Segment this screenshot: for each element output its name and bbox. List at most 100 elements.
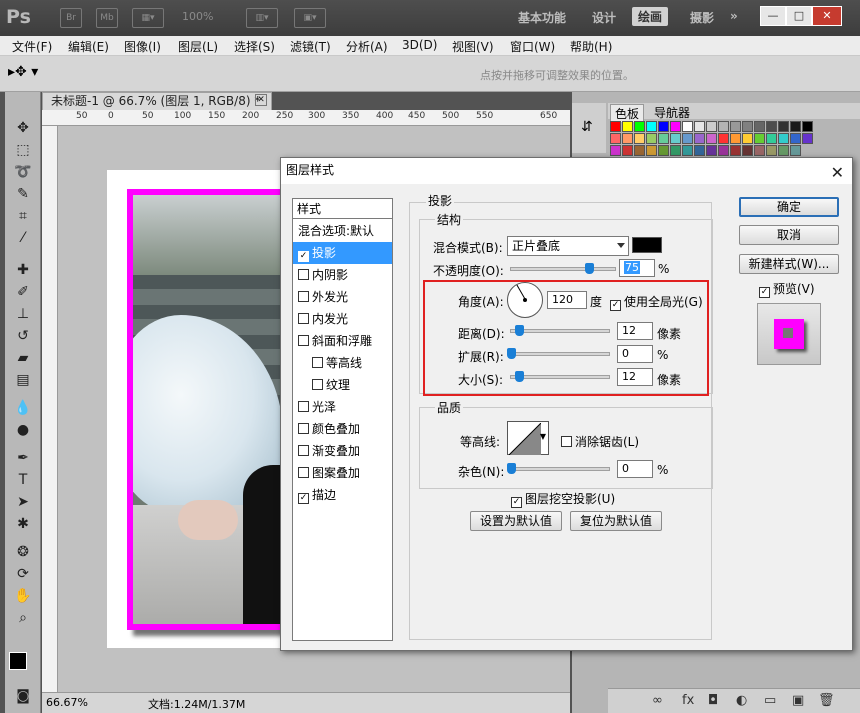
clone-stamp-tool-icon[interactable]: ⊥ xyxy=(11,304,35,324)
menu-help[interactable]: 帮助(H) xyxy=(570,38,612,55)
style-checkbox[interactable] xyxy=(298,467,309,478)
fx-icon[interactable]: fx xyxy=(682,693,694,708)
knockout-checkbox[interactable]: ✓ 图层挖空投影(U) xyxy=(511,490,615,508)
swatch[interactable] xyxy=(646,133,657,144)
close-icon[interactable]: ✕ xyxy=(831,161,844,185)
style-checkbox[interactable] xyxy=(298,335,309,346)
swatch[interactable] xyxy=(766,133,777,144)
eyedropper-tool-icon[interactable]: ⁄ xyxy=(11,228,35,248)
style-checkbox[interactable] xyxy=(298,445,309,456)
lasso-tool-icon[interactable]: ➰ xyxy=(11,162,35,182)
minimize-button[interactable]: — xyxy=(760,6,786,26)
swatch[interactable] xyxy=(718,121,729,132)
swatch[interactable] xyxy=(670,145,681,156)
style-item[interactable]: 颜色叠加 xyxy=(293,418,392,440)
swatch[interactable] xyxy=(670,121,681,132)
swatch[interactable] xyxy=(718,133,729,144)
menu-select[interactable]: 选择(S) xyxy=(234,38,275,55)
usb-icon[interactable]: ⇵ xyxy=(581,119,593,135)
arrange-documents-icon[interactable]: ▥▾ xyxy=(246,8,278,28)
healing-brush-tool-icon[interactable]: ✚ xyxy=(11,260,35,280)
maximize-button[interactable]: □ xyxy=(786,6,812,26)
angle-input[interactable]: 120 xyxy=(547,291,587,309)
zoom-level-dropdown[interactable]: 100% xyxy=(182,10,213,23)
style-checkbox[interactable] xyxy=(298,401,309,412)
swatch[interactable] xyxy=(718,145,729,156)
make-default-button[interactable]: 设置为默认值 xyxy=(470,511,562,531)
shadow-color-swatch[interactable] xyxy=(632,237,662,253)
swatch[interactable] xyxy=(682,121,693,132)
swatch[interactable] xyxy=(610,145,621,156)
screen-mode-icon[interactable]: ▣▾ xyxy=(294,8,326,28)
swatch[interactable] xyxy=(790,133,801,144)
noise-input[interactable]: 0 xyxy=(617,460,653,478)
dodge-tool-icon[interactable]: ● xyxy=(11,420,35,440)
style-item[interactable]: 内发光 xyxy=(293,308,392,330)
hand-tool-icon[interactable]: ✋ xyxy=(11,586,35,606)
swatch[interactable] xyxy=(754,133,765,144)
style-checkbox[interactable] xyxy=(312,379,323,390)
swatch[interactable] xyxy=(658,133,669,144)
quick-mask-icon[interactable]: ◙ xyxy=(11,686,35,706)
distance-slider-knob[interactable] xyxy=(514,325,524,336)
layer-mask-icon[interactable]: ◘ xyxy=(708,693,718,708)
gradient-tool-icon[interactable]: ▤ xyxy=(11,370,35,390)
menu-view[interactable]: 视图(V) xyxy=(452,38,494,55)
styles-header[interactable]: 样式 xyxy=(293,199,392,219)
swatch[interactable] xyxy=(706,121,717,132)
antialias-checkbox[interactable]: 消除锯齿(L) xyxy=(561,433,639,450)
photo-layer[interactable] xyxy=(127,189,287,630)
swatch[interactable] xyxy=(658,145,669,156)
style-item[interactable]: ✓ 描边 xyxy=(293,484,392,506)
3d-orbit-tool-icon[interactable]: ⟳ xyxy=(11,564,35,584)
tab-swatches[interactable]: 色板 xyxy=(610,104,645,122)
swatch[interactable] xyxy=(754,121,765,132)
workspace-painting[interactable]: 绘画 xyxy=(632,7,669,26)
swatch[interactable] xyxy=(742,121,753,132)
menu-layer[interactable]: 图层(L) xyxy=(178,38,218,55)
link-layers-icon[interactable]: ∞ xyxy=(652,693,663,708)
global-light-check[interactable]: ✓ xyxy=(610,300,621,311)
menu-file[interactable]: 文件(F) xyxy=(12,38,52,55)
swatch[interactable] xyxy=(766,121,777,132)
style-item[interactable]: 混合选项:默认 xyxy=(293,220,392,242)
style-item[interactable]: 等高线 xyxy=(293,352,392,374)
swatch[interactable] xyxy=(622,133,633,144)
style-item[interactable]: 内阴影 xyxy=(293,264,392,286)
swatch[interactable] xyxy=(634,133,645,144)
swatch[interactable] xyxy=(694,121,705,132)
contour-chevron-down-icon[interactable]: ▼ xyxy=(540,432,546,441)
style-checkbox[interactable] xyxy=(298,423,309,434)
cancel-button[interactable]: 取消 xyxy=(739,225,839,245)
type-tool-icon[interactable]: T xyxy=(11,470,35,490)
swatch[interactable] xyxy=(658,121,669,132)
menu-edit[interactable]: 编辑(E) xyxy=(68,38,109,55)
size-slider[interactable] xyxy=(510,371,610,382)
spread-input[interactable]: 0 xyxy=(617,345,653,363)
reset-default-button[interactable]: 复位为默认值 xyxy=(570,511,662,531)
swatch[interactable] xyxy=(730,133,741,144)
swatch[interactable] xyxy=(646,121,657,132)
size-slider-knob[interactable] xyxy=(514,371,524,382)
menu-filter[interactable]: 滤镜(T) xyxy=(290,38,331,55)
swatch[interactable] xyxy=(670,133,681,144)
style-item[interactable]: 渐变叠加 xyxy=(293,440,392,462)
swatch[interactable] xyxy=(646,145,657,156)
style-item[interactable]: 外发光 xyxy=(293,286,392,308)
swatch[interactable] xyxy=(742,133,753,144)
swatch[interactable] xyxy=(682,133,693,144)
swatch[interactable] xyxy=(790,121,801,132)
swatch[interactable] xyxy=(634,121,645,132)
spread-slider-knob[interactable] xyxy=(507,348,516,359)
new-layer-icon[interactable]: ▣ xyxy=(792,693,804,708)
preview-check[interactable]: ✓ xyxy=(759,287,770,298)
new-style-button[interactable]: 新建样式(W)... xyxy=(739,254,839,274)
close-document-icon[interactable]: ✕ xyxy=(255,94,267,106)
swatch[interactable] xyxy=(694,145,705,156)
swatch[interactable] xyxy=(778,133,789,144)
move-tool-preset-icon[interactable]: ▸✥ ▾ xyxy=(8,64,38,80)
swatch[interactable] xyxy=(634,145,645,156)
blend-mode-select[interactable]: 正片叠底 xyxy=(507,236,629,256)
style-item[interactable]: ✓ 投影 xyxy=(293,242,392,264)
style-checkbox[interactable]: ✓ xyxy=(298,251,309,262)
